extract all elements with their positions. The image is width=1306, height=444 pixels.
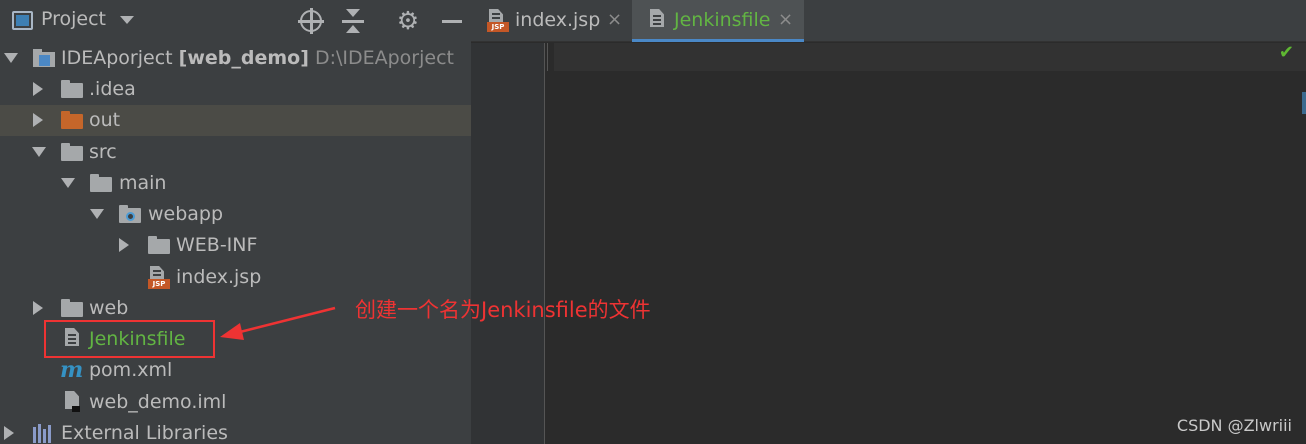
annotation-arrow: [220, 306, 336, 340]
watermark: CSDN @Zlwriii: [1176, 416, 1292, 435]
annotation-text: 创建一个名为Jenkinsfile的文件: [355, 298, 651, 322]
